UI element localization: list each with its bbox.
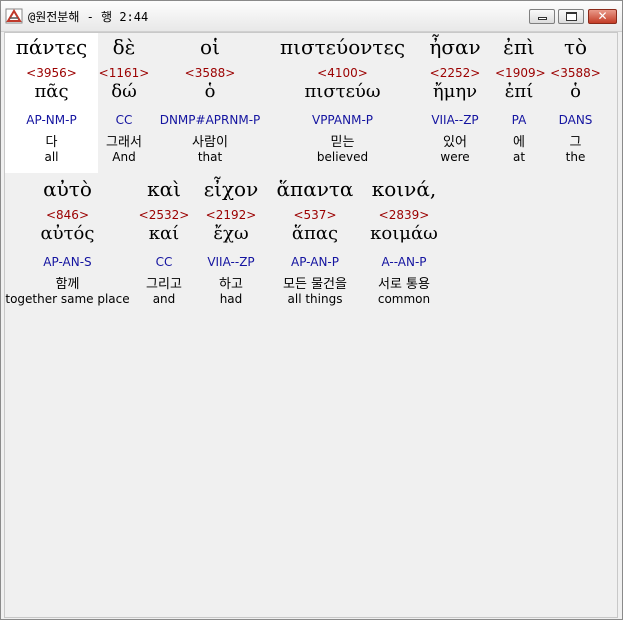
strong-number: <2532> bbox=[138, 208, 190, 222]
lemma: ἤμην bbox=[432, 81, 478, 102]
word-column[interactable]: καὶ <2532> καί CC 그리고 and bbox=[130, 175, 198, 315]
strong-number: <3588> bbox=[184, 66, 236, 80]
greek-word: τὸ bbox=[563, 35, 588, 59]
morphology-code: AP-AN-P bbox=[291, 255, 339, 269]
greek-word: ἦσαν bbox=[429, 35, 481, 59]
greek-word: κοινά, bbox=[371, 177, 437, 201]
korean-gloss: 그래서 bbox=[106, 135, 142, 150]
strong-number: <1909> bbox=[495, 66, 546, 80]
close-icon: ✕ bbox=[597, 9, 608, 23]
lemma: κοιμάω bbox=[370, 223, 438, 244]
word-column[interactable]: ἐπὶ <1909> ἐπί PA 에 at bbox=[495, 33, 546, 173]
morphology-code: VIIA--ZP bbox=[207, 255, 255, 269]
strong-number: <1161> bbox=[98, 66, 150, 80]
morphology-code: VPPANM-P bbox=[311, 113, 374, 127]
word-column[interactable]: ἅπαντα <537> ἅπας AP-AN-P 모든 물건을 all things bbox=[264, 175, 366, 315]
strong-number: <2839> bbox=[378, 208, 430, 222]
minimize-button[interactable] bbox=[529, 9, 555, 24]
english-gloss: And bbox=[112, 150, 136, 164]
maximize-icon bbox=[566, 12, 577, 21]
english-gloss: were bbox=[440, 150, 470, 164]
english-gloss: had bbox=[219, 292, 243, 306]
greek-word: αὐτὸ bbox=[43, 177, 92, 201]
interlinear-panel: πάντες <3956> πᾶς AP-NM-P 다 all δὲ <1161> δώ CC 그래… bbox=[4, 32, 618, 618]
korean-gloss: 그리고 bbox=[146, 277, 182, 292]
english-gloss: that bbox=[197, 150, 223, 164]
word-column[interactable]: πάντες <3956> πᾶς AP-NM-P 다 all bbox=[5, 33, 98, 173]
korean-gloss: 다 bbox=[45, 135, 58, 150]
morphology-code: PA bbox=[511, 113, 527, 127]
word-column[interactable]: αὐτὸ <846> αὐτός AP-AN-S 함께 together same pla… bbox=[5, 175, 130, 315]
greek-word: καὶ bbox=[147, 177, 181, 201]
morphology-code: AP-NM-P bbox=[26, 113, 77, 127]
korean-gloss: 모든 물건을 bbox=[283, 277, 347, 292]
english-gloss: all things bbox=[287, 292, 343, 306]
morphology-code: DNMP#APRNM-P bbox=[159, 113, 261, 127]
english-gloss: believed bbox=[316, 150, 369, 164]
lemma: καί bbox=[148, 223, 180, 244]
english-gloss: at bbox=[512, 150, 526, 164]
word-column[interactable]: πιστεύοντες <4100> πιστεύω VPPANM-P 믿는 believ… bbox=[270, 33, 415, 173]
english-gloss: common bbox=[377, 292, 431, 306]
strong-number: <4100> bbox=[317, 66, 368, 80]
morphology-code: VIIA--ZP bbox=[431, 113, 479, 127]
korean-gloss: 있어 bbox=[443, 135, 467, 150]
strong-number: <2252> bbox=[429, 66, 481, 80]
morphology-code: CC bbox=[155, 255, 173, 269]
greek-word: ἅπαντα bbox=[276, 177, 354, 201]
lemma: ὁ bbox=[570, 81, 581, 102]
window-title: @원전분해 - 행 2:44 bbox=[28, 10, 149, 24]
maximize-button[interactable] bbox=[558, 9, 584, 24]
word-column[interactable]: κοινά, <2839> κοιμάω A--AN-P 서로 통용 common bbox=[366, 175, 442, 315]
korean-gloss: 사람이 bbox=[192, 135, 228, 150]
window: @원전분해 - 행 2:44 ✕ πάντες <3956> πᾶς AP-NM-P 다… bbox=[0, 0, 623, 620]
greek-word: πάντες bbox=[15, 35, 88, 59]
minimize-icon bbox=[538, 17, 547, 20]
strong-number: <3588> bbox=[550, 66, 601, 80]
strong-number: <2192> bbox=[205, 208, 257, 222]
word-column[interactable]: τὸ <3588> ὁ DANS 그 the bbox=[543, 33, 608, 173]
korean-gloss: 믿는 bbox=[330, 135, 355, 150]
morphology-code: A--AN-P bbox=[381, 255, 427, 269]
word-column[interactable]: δὲ <1161> δώ CC 그래서 And bbox=[98, 33, 150, 173]
greek-word: δὲ bbox=[112, 35, 136, 59]
morphology-code: DANS bbox=[558, 113, 593, 127]
greek-word: οἱ bbox=[200, 35, 220, 59]
word-column[interactable]: οἱ <3588> ὁ DNMP#APRNM-P 사람이 that bbox=[150, 33, 270, 173]
book-pen-icon[interactable] bbox=[5, 7, 23, 25]
word-column[interactable]: εἶχον <2192> ἔχω VIIA--ZP 하고 had bbox=[198, 175, 264, 315]
morphology-code: AP-AN-S bbox=[43, 255, 92, 269]
korean-gloss: 서로 통용 bbox=[378, 277, 430, 292]
korean-gloss: 함께 bbox=[55, 277, 80, 292]
korean-gloss: 그 bbox=[569, 135, 582, 150]
english-gloss: and bbox=[152, 292, 176, 306]
greek-word: εἶχον bbox=[203, 177, 259, 201]
title-bar[interactable]: @원전분해 - 행 2:44 ✕ bbox=[1, 1, 622, 32]
lemma: ἐπί bbox=[504, 81, 534, 102]
close-button[interactable]: ✕ bbox=[588, 9, 617, 24]
lemma: πιστεύω bbox=[304, 81, 381, 102]
strong-number: <3956> bbox=[26, 66, 77, 80]
korean-gloss: 하고 bbox=[219, 277, 243, 292]
english-gloss: all bbox=[44, 150, 59, 164]
morphology-code: CC bbox=[115, 113, 133, 127]
korean-gloss: 에 bbox=[513, 135, 525, 150]
lemma: πᾶς bbox=[34, 81, 69, 102]
lemma: ἔχω bbox=[213, 223, 249, 244]
greek-word: πιστεύοντες bbox=[279, 35, 406, 59]
greek-word: ἐπὶ bbox=[503, 35, 535, 59]
english-gloss: the bbox=[565, 150, 586, 164]
english-gloss: together same place bbox=[5, 292, 130, 306]
word-column[interactable]: ἦσαν <2252> ἤμην VIIA--ZP 있어 were bbox=[415, 33, 495, 173]
strong-number: <846> bbox=[45, 208, 89, 222]
lemma: ἅπας bbox=[291, 223, 339, 244]
lemma: αὐτός bbox=[40, 223, 95, 244]
strong-number: <537> bbox=[293, 208, 337, 222]
lemma: δώ bbox=[111, 81, 137, 102]
lemma: ὁ bbox=[204, 81, 216, 102]
